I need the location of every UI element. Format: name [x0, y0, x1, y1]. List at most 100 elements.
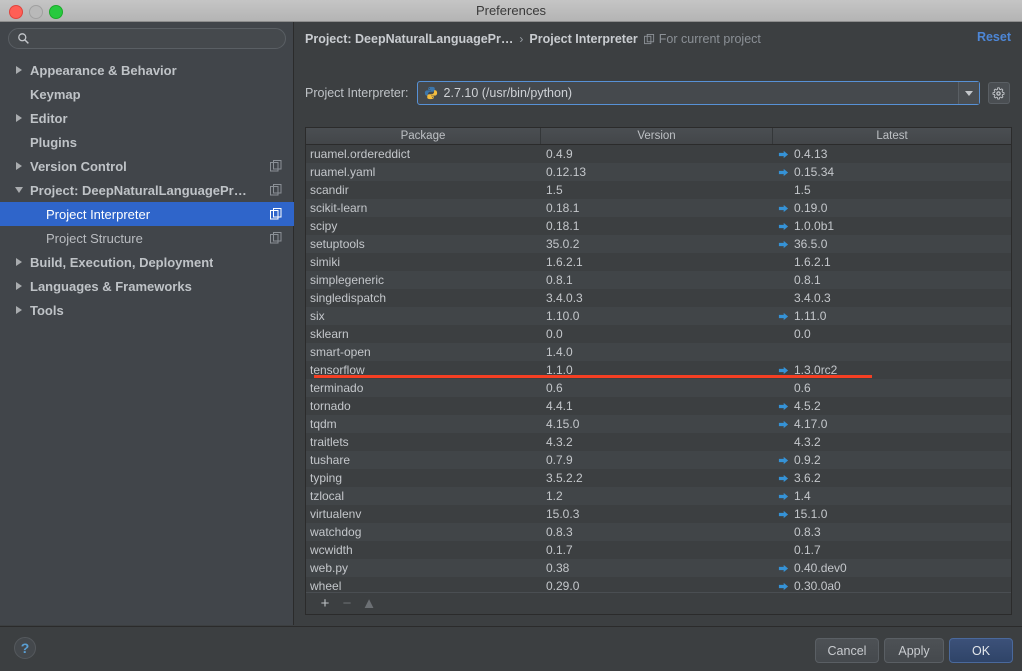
- table-row[interactable]: scandir 1.5 1.5: [306, 181, 1011, 199]
- table-row[interactable]: tqdm 4.15.0 4.17.0: [306, 415, 1011, 433]
- package-name-cell: watchdog: [310, 525, 362, 539]
- sidebar-item-build-execution-deployment[interactable]: Build, Execution, Deployment: [0, 250, 294, 274]
- table-row[interactable]: six 1.10.0 1.11.0: [306, 307, 1011, 325]
- package-name-cell: tzlocal: [310, 489, 345, 503]
- package-name-cell: simiki: [310, 255, 340, 269]
- help-button[interactable]: ?: [14, 637, 36, 659]
- latest-version-label: 0.1.7: [794, 543, 821, 557]
- column-header-package[interactable]: Package: [306, 128, 541, 144]
- table-row[interactable]: tushare 0.7.9 0.9.2: [306, 451, 1011, 469]
- package-name-cell: virtualenv: [310, 507, 362, 521]
- chevron-right-icon[interactable]: [14, 64, 26, 76]
- breadcrumb-project[interactable]: Project: DeepNaturalLanguagePr…: [305, 32, 513, 46]
- chevron-right-icon[interactable]: [14, 112, 26, 124]
- chevron-right-icon[interactable]: [14, 256, 26, 268]
- package-name-cell: scikit-learn: [310, 201, 368, 215]
- chevron-down-icon[interactable]: [957, 82, 979, 104]
- interpreter-label: Project Interpreter:: [305, 86, 409, 100]
- sidebar-item-tools[interactable]: Tools: [0, 298, 294, 322]
- table-row[interactable]: tensorflow 1.1.0 1.3.0rc2: [306, 361, 1011, 379]
- interpreter-settings-button[interactable]: [987, 82, 1010, 104]
- upgrade-package-button[interactable]: ▲: [358, 594, 380, 614]
- packages-toolbar: + − ▲: [306, 592, 1011, 614]
- sidebar-item-project-deepnaturallanguagepr[interactable]: Project: DeepNaturalLanguagePr…: [0, 178, 294, 202]
- table-row[interactable]: virtualenv 15.0.3 15.1.0: [306, 505, 1011, 523]
- remove-package-button[interactable]: −: [336, 594, 358, 614]
- apply-button[interactable]: Apply: [884, 638, 944, 663]
- sidebar-item-label: Tools: [30, 302, 64, 318]
- latest-version-label: 1.6.2.1: [794, 255, 831, 269]
- sidebar-item-plugins[interactable]: Plugins: [0, 130, 294, 154]
- chevron-right-icon[interactable]: [14, 280, 26, 292]
- chevron-down-icon[interactable]: [14, 184, 26, 196]
- table-row[interactable]: ruamel.ordereddict 0.4.9 0.4.13: [306, 145, 1011, 163]
- package-version-cell: 3.4.0.3: [546, 291, 583, 305]
- package-name-cell: tensorflow: [310, 363, 365, 377]
- package-latest-cell: 4.3.2: [773, 433, 1011, 451]
- package-latest-cell: 4.17.0: [773, 415, 1011, 433]
- module-icon: [270, 208, 282, 220]
- package-latest-cell: 1.11.0: [773, 307, 1011, 325]
- table-row[interactable]: terminado 0.6 0.6: [306, 379, 1011, 397]
- package-version-cell: 0.18.1: [546, 219, 580, 233]
- sidebar-item-label: Build, Execution, Deployment: [30, 254, 214, 270]
- sidebar-item-project-structure[interactable]: Project Structure: [0, 226, 294, 250]
- table-row[interactable]: scipy 0.18.1 1.0.0b1: [306, 217, 1011, 235]
- sidebar-item-editor[interactable]: Editor: [0, 106, 294, 130]
- table-row[interactable]: tzlocal 1.2 1.4: [306, 487, 1011, 505]
- upgrade-arrow-icon: [778, 420, 789, 428]
- reset-link[interactable]: Reset: [977, 30, 1011, 44]
- latest-version-label: 4.5.2: [794, 399, 821, 413]
- column-header-latest[interactable]: Latest: [773, 128, 1011, 144]
- chevron-right-icon[interactable]: [14, 160, 26, 172]
- table-row[interactable]: simplegeneric 0.8.1 0.8.1: [306, 271, 1011, 289]
- table-row[interactable]: sklearn 0.0 0.0: [306, 325, 1011, 343]
- package-version-cell: 1.2: [546, 489, 563, 503]
- table-row[interactable]: tornado 4.4.1 4.5.2: [306, 397, 1011, 415]
- module-icon: [270, 184, 282, 196]
- title-bar: Preferences: [0, 0, 1022, 22]
- package-latest-cell: 0.9.2: [773, 451, 1011, 469]
- package-latest-cell: 1.5: [773, 181, 1011, 199]
- package-latest-cell: 3.6.2: [773, 469, 1011, 487]
- sidebar-item-version-control[interactable]: Version Control: [0, 154, 294, 178]
- package-latest-cell: 36.5.0: [773, 235, 1011, 253]
- table-row[interactable]: watchdog 0.8.3 0.8.3: [306, 523, 1011, 541]
- latest-version-label: 3.6.2: [794, 471, 821, 485]
- table-row[interactable]: smart-open 1.4.0: [306, 343, 1011, 361]
- packages-table-body[interactable]: ruamel.ordereddict 0.4.9 0.4.13 ruamel.yaml…: [306, 145, 1011, 593]
- chevron-right-icon[interactable]: [14, 304, 26, 316]
- cancel-button[interactable]: Cancel: [815, 638, 879, 663]
- ok-button[interactable]: OK: [949, 638, 1013, 663]
- sidebar-item-languages-frameworks[interactable]: Languages & Frameworks: [0, 274, 294, 298]
- table-row[interactable]: ruamel.yaml 0.12.13 0.15.34: [306, 163, 1011, 181]
- sidebar-item-label: Languages & Frameworks: [30, 278, 192, 294]
- table-row[interactable]: typing 3.5.2.2 3.6.2: [306, 469, 1011, 487]
- table-row[interactable]: singledispatch 3.4.0.3 3.4.0.3: [306, 289, 1011, 307]
- settings-sidebar: Appearance & Behavior Keymap Editor Plugins…: [0, 22, 294, 625]
- table-row[interactable]: web.py 0.38 0.40.dev0: [306, 559, 1011, 577]
- breadcrumb: Project: DeepNaturalLanguagePr… › Projec…: [305, 30, 761, 48]
- search-input[interactable]: [8, 28, 286, 49]
- add-package-button[interactable]: +: [314, 594, 336, 614]
- latest-version-label: 1.3.0rc2: [794, 363, 838, 377]
- upgrade-arrow-icon: [778, 150, 789, 158]
- table-row[interactable]: setuptools 35.0.2 36.5.0: [306, 235, 1011, 253]
- column-header-version[interactable]: Version: [541, 128, 773, 144]
- sidebar-item-appearance-behavior[interactable]: Appearance & Behavior: [0, 58, 294, 82]
- sidebar-item-keymap[interactable]: Keymap: [0, 82, 294, 106]
- table-row[interactable]: wcwidth 0.1.7 0.1.7: [306, 541, 1011, 559]
- sidebar-item-label: Editor: [30, 110, 68, 126]
- package-name-cell: wheel: [310, 579, 342, 593]
- sidebar-item-project-interpreter[interactable]: Project Interpreter: [0, 202, 294, 226]
- package-version-cell: 0.18.1: [546, 201, 580, 215]
- table-row[interactable]: simiki 1.6.2.1 1.6.2.1: [306, 253, 1011, 271]
- table-row[interactable]: scikit-learn 0.18.1 0.19.0: [306, 199, 1011, 217]
- table-row[interactable]: wheel 0.29.0 0.30.0a0: [306, 577, 1011, 593]
- table-row[interactable]: traitlets 4.3.2 4.3.2: [306, 433, 1011, 451]
- package-latest-cell: 0.0: [773, 325, 1011, 343]
- upgrade-arrow-icon: [778, 240, 789, 248]
- breadcrumb-separator: ›: [519, 32, 524, 46]
- interpreter-combobox[interactable]: 2.7.10 (/usr/bin/python): [416, 81, 980, 105]
